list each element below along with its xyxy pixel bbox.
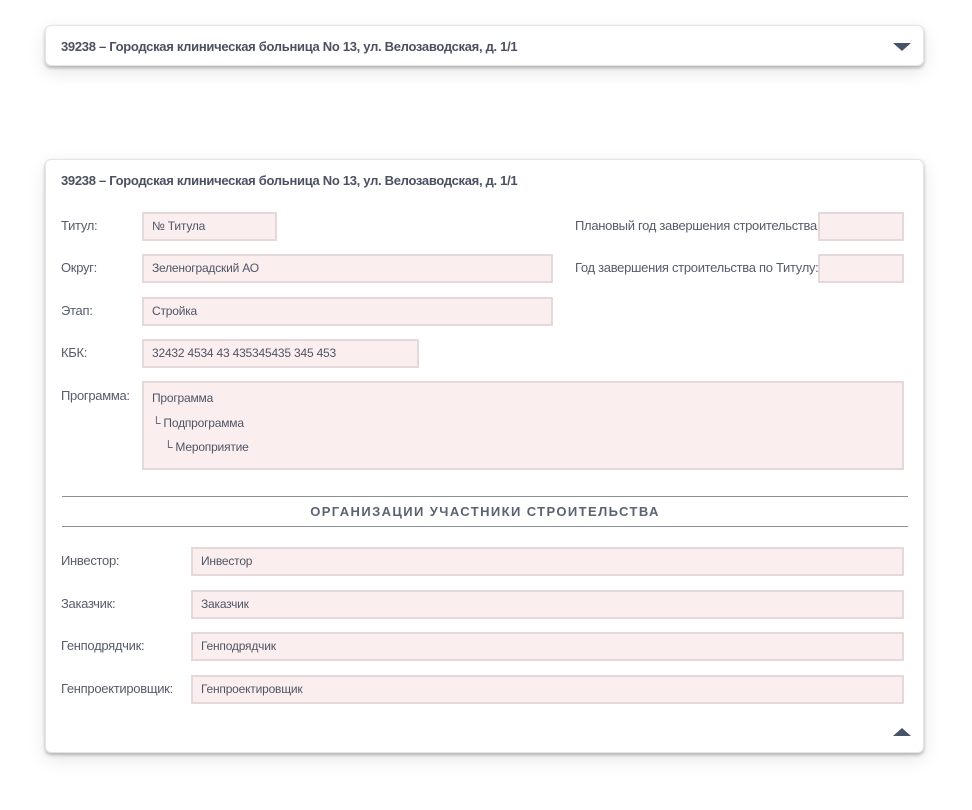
planned-year-label: Плановый год завершения строительства: xyxy=(575,218,821,233)
object-card-title: 39238 – Городская клиническая больница N… xyxy=(61,39,518,54)
kbk-field[interactable]: 32432 4534 43 435345435 345 453 xyxy=(142,339,419,368)
okrug-label: Округ: xyxy=(61,260,97,275)
etap-field[interactable]: Стройка xyxy=(142,297,553,326)
genproektirovshchik-label: Генпроектировщик: xyxy=(61,681,173,696)
genpodryadchik-label: Генподрядчик: xyxy=(61,638,145,653)
genpodryadchik-field[interactable]: Генподрядчик xyxy=(191,632,904,661)
meropriyatie-line: └ Мероприятие xyxy=(164,440,249,454)
subprogramma-line: └ Подпрограмма xyxy=(152,415,244,430)
expand-triangle-icon[interactable] xyxy=(893,43,911,51)
section-top-rule xyxy=(62,496,908,497)
titul-label: Титул: xyxy=(61,218,98,233)
section-bottom-rule xyxy=(62,526,908,527)
zakazchik-field[interactable]: Заказчик xyxy=(191,590,904,619)
section-title: ОРГАНИЗАЦИИ УЧАСТНИКИ СТРОИТЕЛЬСТВА xyxy=(310,504,660,519)
collapse-triangle-icon[interactable] xyxy=(893,728,911,736)
programma-label: Программа: xyxy=(61,388,130,403)
etap-label: Этап: xyxy=(61,303,93,318)
object-card-title: 39238 – Городская клиническая больница N… xyxy=(61,173,518,188)
titul-field[interactable]: № Титула xyxy=(142,212,277,241)
titul-year-label: Год завершения строительства по Титулу: xyxy=(575,260,819,275)
planned-year-field[interactable] xyxy=(818,212,904,241)
kbk-label: КБК: xyxy=(61,345,88,360)
investor-field[interactable]: Инвестор xyxy=(191,547,904,576)
okrug-field[interactable]: Зеленоградский АО xyxy=(142,254,553,283)
zakazchik-label: Заказчик: xyxy=(61,596,116,611)
genproektirovshchik-field[interactable]: Генпроектировщик xyxy=(191,675,904,704)
titul-year-field[interactable] xyxy=(818,254,904,283)
object-card-collapsed[interactable]: 39238 – Городская клиническая больница N… xyxy=(45,25,924,66)
programma-line: Программа xyxy=(152,391,214,405)
investor-label: Инвестор: xyxy=(61,553,120,568)
object-card-expanded: 39238 – Городская клиническая больница N… xyxy=(45,159,924,753)
programma-field[interactable]: Программа └ Подпрограмма └ Мероприятие xyxy=(142,381,904,470)
